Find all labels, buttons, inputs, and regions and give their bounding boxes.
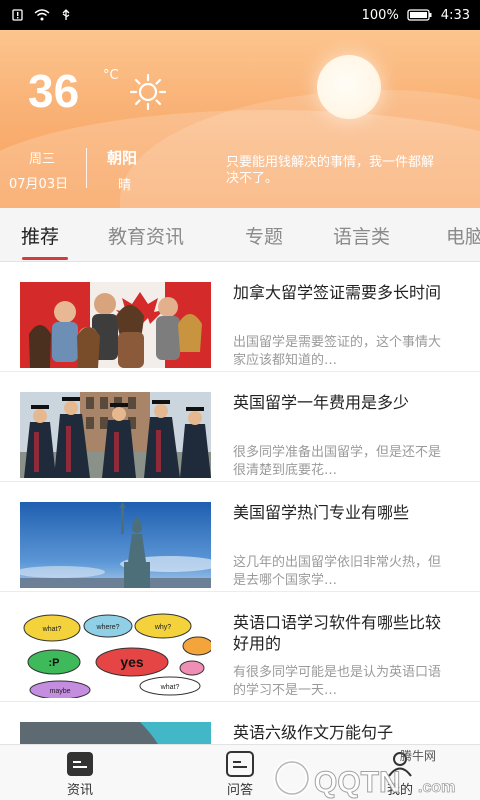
tab-language[interactable]: 语言类 <box>333 222 390 249</box>
weekday: 周三 <box>29 152 56 167</box>
article-summary: 出国留学是需要签证的，这个事情大家应该都知道的… <box>233 335 442 368</box>
article-summary: 这几年的出国留学依旧非常火热，但是去哪个国家学… <box>233 555 442 588</box>
tab-computer[interactable]: 电脑 <box>446 222 480 249</box>
nav-news[interactable]: 资讯 <box>40 751 120 798</box>
article-title: 加拿大留学签证需要多长时间 <box>233 283 442 302</box>
article-thumbnail <box>20 722 211 744</box>
category-tabs: 推荐 教育资讯 专题 语言类 电脑 <box>0 208 480 262</box>
status-bar: 100% 4:33 <box>0 0 480 30</box>
qa-icon <box>226 751 254 777</box>
article-title: 英语口语学习软件有哪些比较好用的 <box>233 613 442 653</box>
clock: 4:33 <box>440 7 470 23</box>
bubble-text: yes <box>120 654 144 670</box>
nav-label: 问答 <box>226 783 253 798</box>
sun-illustration <box>317 55 381 119</box>
date: 07月03日 <box>9 177 69 192</box>
battery-icon <box>407 9 432 21</box>
nav-qa[interactable]: 问答 <box>200 751 280 798</box>
daily-quote: 只要能用钱解决的事情，我一件都解决不了。 <box>226 155 435 186</box>
bubble-text: :P <box>49 657 60 669</box>
city-name[interactable]: 朝阳 <box>107 147 137 168</box>
nav-label: 资讯 <box>66 783 93 798</box>
active-tab-indicator <box>22 257 68 260</box>
notification-icon <box>12 9 23 21</box>
article-thumbnail <box>20 392 211 478</box>
watermark-brand: QQTN <box>314 766 401 799</box>
usb-icon <box>62 9 70 20</box>
bubble-text: where? <box>96 624 120 631</box>
list-item[interactable]: 英语六级作文万能句子 <box>0 702 480 744</box>
article-title: 英国留学一年费用是多少 <box>233 393 410 412</box>
article-title: 美国留学热门专业有哪些 <box>233 503 410 522</box>
sunny-icon <box>129 73 167 111</box>
watermark-domain: .com <box>418 779 455 796</box>
watermark-logo: 腾牛网 QQTN .com <box>273 748 456 800</box>
news-icon <box>67 752 93 776</box>
article-thumbnail <box>20 282 211 368</box>
weather-header: 36 °C 周三 07月03日 朝阳 晴 只要能用钱解决的事情，我一件都解决不了… <box>0 30 480 208</box>
bubble-text: what? <box>42 626 62 633</box>
tab-recommended[interactable]: 推荐 <box>21 222 59 249</box>
temperature: 36 <box>28 65 80 117</box>
list-item[interactable]: what? where? why? maybe what? :P yes 英语口… <box>0 592 480 702</box>
bubble-text: maybe <box>49 688 70 695</box>
article-thumbnail <box>20 502 211 588</box>
list-item[interactable]: 加拿大留学签证需要多长时间 出国留学是需要签证的，这个事情大家应该都知道的… <box>0 262 480 372</box>
divider <box>86 148 87 188</box>
bubble-text: what? <box>160 684 180 691</box>
tab-education-news[interactable]: 教育资讯 <box>108 222 184 249</box>
list-item[interactable]: 英国留学一年费用是多少 很多同学准备出国留学，但是还不是很清楚到底要花… <box>0 372 480 482</box>
article-summary: 有很多同学可能是也是认为英语口语的学习不是一天… <box>233 665 442 698</box>
battery-percent: 100% <box>361 7 399 23</box>
article-thumbnail: what? where? why? maybe what? :P yes <box>20 612 211 698</box>
article-list: 加拿大留学签证需要多长时间 出国留学是需要签证的，这个事情大家应该都知道的… 英… <box>0 262 480 744</box>
article-summary: 很多同学准备出国留学，但是还不是很清楚到底要花… <box>233 445 442 478</box>
watermark-site: 腾牛网 <box>400 748 436 763</box>
weather-condition: 晴 <box>118 178 132 193</box>
bubble-text: why? <box>154 624 171 631</box>
wifi-icon <box>34 9 50 21</box>
tab-topics[interactable]: 专题 <box>245 222 283 249</box>
temperature-unit: °C <box>103 68 119 83</box>
list-item[interactable]: 美国留学热门专业有哪些 这几年的出国留学依旧非常火热，但是去哪个国家学… <box>0 482 480 592</box>
